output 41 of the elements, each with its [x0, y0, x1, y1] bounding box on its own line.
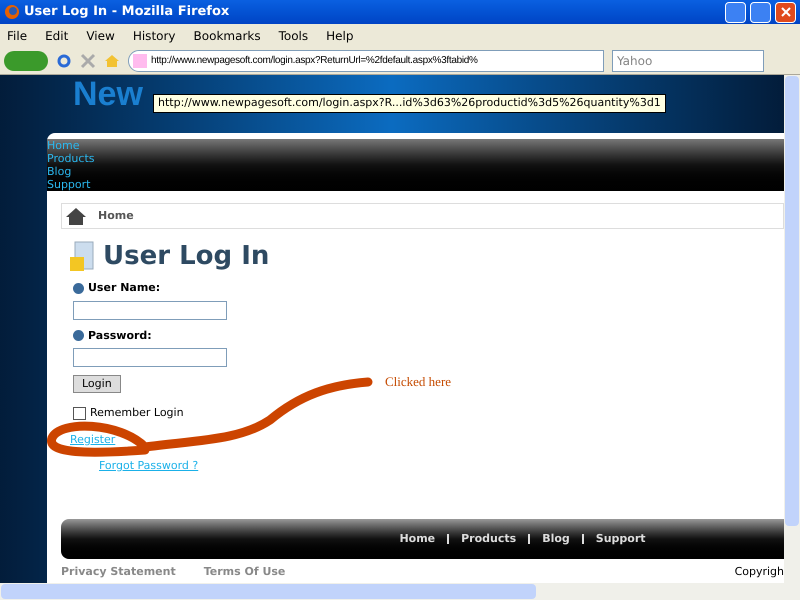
window-title: User Log In - Mozilla Firefox [24, 3, 230, 22]
lock-document-icon [69, 240, 95, 272]
menu-item[interactable]: History [132, 26, 176, 44]
menu-item[interactable]: File [7, 26, 28, 44]
nav-link[interactable]: Products [47, 152, 94, 165]
browser-icon [4, 4, 20, 20]
vertical-scrollbar[interactable] [784, 75, 800, 583]
menu-item[interactable]: Tools [278, 26, 308, 44]
copyright-text: Copyrigh [734, 564, 784, 580]
help-icon [73, 330, 84, 342]
help-icon [73, 282, 84, 294]
close-icon[interactable] [775, 2, 796, 22]
annotation-text: Clicked here [385, 373, 452, 391]
breadcrumb-link[interactable]: Home [98, 208, 134, 224]
password-field[interactable] [73, 348, 227, 367]
menu-item[interactable]: Help [326, 26, 354, 44]
tooltip: http://www.newpagesoft.com/login.aspx?R...id%3d63%26productid%3d5%26quantity%3d1 [153, 94, 666, 112]
address-field[interactable]: http://www.newpagesoft.com/login.aspx?ReturnUrl=%2fdefault.aspx%3ftabid% [128, 50, 604, 72]
logo: New [73, 75, 143, 115]
nav-link[interactable]: Blog [47, 165, 72, 178]
footer-link[interactable]: Terms Of Use [204, 564, 286, 580]
field-label: Password: [88, 328, 152, 344]
stop-icon[interactable] [80, 52, 96, 68]
page-heading: User Log In [103, 240, 270, 273]
login-button[interactable]: Login [73, 375, 121, 393]
footer-link[interactable]: Blog [542, 530, 570, 548]
horizontal-scrollbar[interactable] [0, 583, 800, 600]
footer-link[interactable]: Support [596, 530, 646, 548]
checkbox[interactable] [73, 406, 86, 420]
menu-item[interactable]: Bookmarks [194, 26, 261, 44]
checkbox-label: Remember Login [90, 405, 184, 421]
footer-link[interactable]: Privacy Statement [61, 564, 176, 580]
menu-item[interactable]: View [86, 26, 115, 44]
search-field[interactable]: Yahoo [613, 52, 763, 70]
nav-link[interactable]: Support [47, 178, 90, 191]
footer-link[interactable]: Products [461, 530, 516, 548]
reload-icon[interactable] [56, 52, 72, 68]
field-label: User Name: [88, 280, 160, 296]
menu-item[interactable]: Edit [45, 26, 68, 44]
username-field[interactable] [73, 300, 227, 320]
footer-link[interactable]: Home [399, 530, 436, 548]
